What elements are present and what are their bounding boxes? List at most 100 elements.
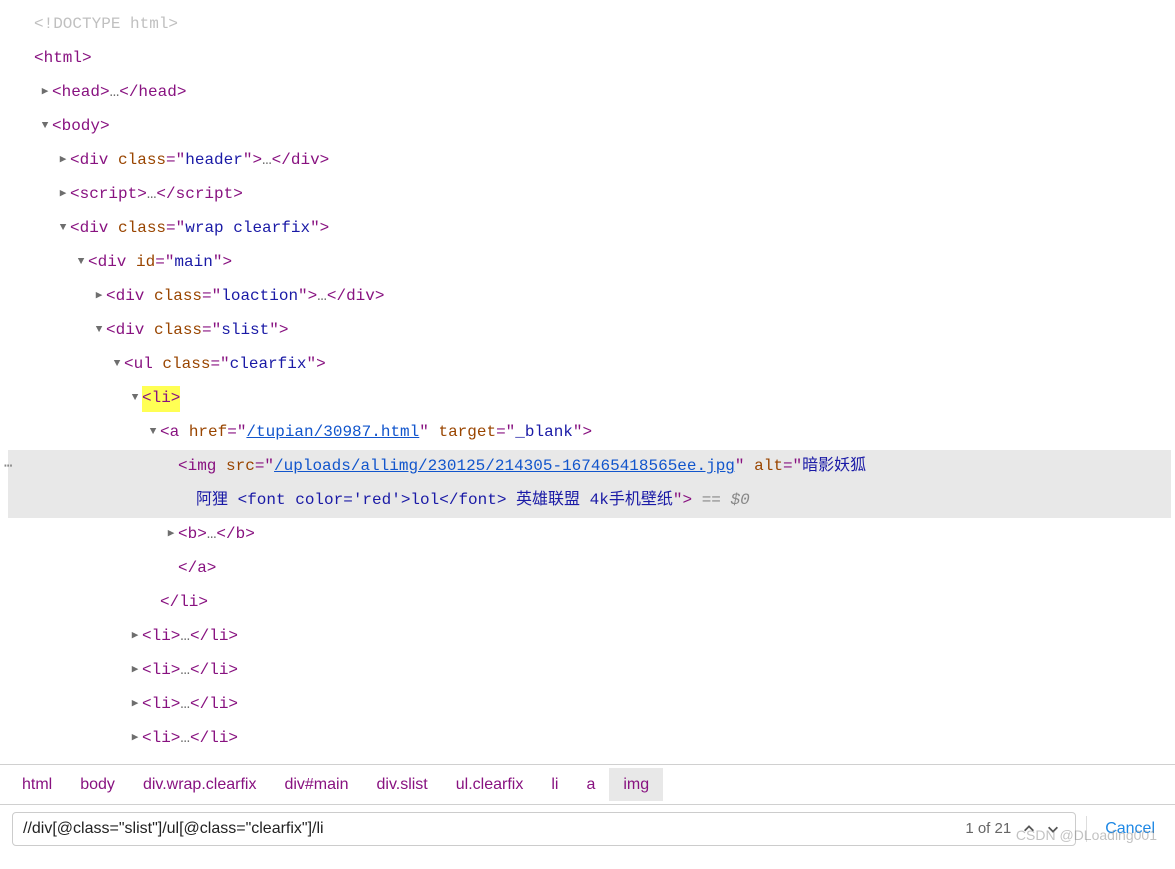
body-line[interactable]: <body> — [8, 110, 1171, 144]
breadcrumb: html body div.wrap.clearfix div#main div… — [0, 764, 1175, 804]
attr-class: class — [118, 216, 166, 242]
div-slist-line[interactable]: <div class="slist"> — [8, 314, 1171, 348]
li-open-line[interactable]: <li> — [8, 382, 1171, 416]
expand-arrow-icon[interactable] — [92, 288, 106, 306]
attr-alt: alt — [754, 454, 783, 480]
div-loaction-line[interactable]: <div class="loaction">…</div> — [8, 280, 1171, 314]
expand-arrow-icon[interactable] — [128, 730, 142, 748]
tag-div-open: <div — [106, 318, 144, 344]
div-main-line[interactable]: <div id="main"> — [8, 246, 1171, 280]
a-close-line[interactable]: </a> — [8, 552, 1171, 586]
search-input[interactable] — [23, 820, 965, 838]
eq0-marker: == $0 — [702, 488, 750, 514]
attr-val-wrap: wrap clearfix — [185, 216, 310, 242]
expand-arrow-icon[interactable] — [128, 390, 142, 408]
html-open-line[interactable]: <html> — [8, 42, 1171, 76]
expand-arrow-icon[interactable] — [128, 628, 142, 646]
ellipsis[interactable]: … — [110, 80, 120, 106]
crumb-body[interactable]: body — [66, 768, 129, 802]
tag-div-open: <div — [70, 216, 108, 242]
attr-val-slist: slist — [221, 318, 269, 344]
expand-arrow-icon[interactable] — [56, 152, 70, 170]
ellipsis[interactable]: … — [317, 284, 327, 310]
tag-b-close: </b> — [216, 522, 254, 548]
crumb-div-main[interactable]: div#main — [270, 768, 362, 802]
attr-val-header: header — [185, 148, 243, 174]
attr-href: href — [189, 420, 227, 446]
tag-li-close: </li> — [160, 590, 208, 616]
li-item[interactable]: <li>…</li> — [8, 620, 1171, 654]
attr-class: class — [154, 318, 202, 344]
crumb-a[interactable]: a — [572, 768, 609, 802]
a-line[interactable]: <a href="/tupian/30987.html" target="_bl… — [8, 416, 1171, 450]
tag-html: <html> — [34, 46, 92, 72]
attr-val-alt2: 阿狸 <font color='red'>lol</font> 英雄联盟 4k手… — [196, 488, 673, 514]
expand-arrow-icon[interactable] — [38, 84, 52, 102]
ellipsis[interactable]: … — [180, 726, 190, 752]
tag-img-open: <img — [178, 454, 216, 480]
expand-arrow-icon[interactable] — [128, 662, 142, 680]
search-next-button[interactable] — [1041, 817, 1065, 841]
img-line-selected[interactable]: ⋯ <img src="/uploads/allimg/230125/21430… — [8, 450, 1171, 484]
crumb-html[interactable]: html — [8, 768, 66, 802]
expand-arrow-icon[interactable] — [146, 424, 160, 442]
more-actions-icon[interactable]: ⋯ — [4, 456, 13, 478]
expand-arrow-icon[interactable] — [56, 220, 70, 238]
div-header-line[interactable]: <div class="header">…</div> — [8, 144, 1171, 178]
li-close-line[interactable]: </li> — [8, 586, 1171, 620]
tag-head-open: <head> — [52, 80, 110, 106]
attr-class: class — [162, 352, 210, 378]
attr-id: id — [136, 250, 155, 276]
crumb-li[interactable]: li — [537, 768, 572, 802]
ellipsis[interactable]: … — [180, 658, 190, 684]
attr-class: class — [118, 148, 166, 174]
search-prev-button[interactable] — [1017, 817, 1041, 841]
search-bar: 1 of 21 Cancel CSDN @DLoading001 — [0, 804, 1175, 852]
cancel-button[interactable]: Cancel — [1097, 816, 1163, 842]
head-line[interactable]: <head>…</head> — [8, 76, 1171, 110]
expand-arrow-icon[interactable] — [92, 322, 106, 340]
tag-body: <body> — [52, 114, 110, 140]
expand-arrow-icon[interactable] — [128, 696, 142, 714]
dom-tree[interactable]: <!DOCTYPE html> <html> <head>…</head> <b… — [0, 0, 1175, 764]
ellipsis[interactable]: … — [147, 182, 157, 208]
expand-arrow-icon[interactable] — [74, 254, 88, 272]
crumb-ul-clearfix[interactable]: ul.clearfix — [442, 768, 538, 802]
div-wrap-line[interactable]: <div class="wrap clearfix"> — [8, 212, 1171, 246]
expand-arrow-icon[interactable] — [164, 526, 178, 544]
expand-arrow-icon[interactable] — [110, 356, 124, 374]
doctype-line[interactable]: <!DOCTYPE html> — [8, 8, 1171, 42]
tag-li-highlighted: <li> — [142, 386, 180, 412]
attr-val-clearfix: clearfix — [230, 352, 307, 378]
search-result-count: 1 of 21 — [965, 817, 1017, 841]
tag-div-open: <div — [106, 284, 144, 310]
tag-b-open: <b> — [178, 522, 207, 548]
img-line-wrap[interactable]: 阿狸 <font color='red'>lol</font> 英雄联盟 4k手… — [8, 484, 1171, 518]
chevron-down-icon — [1046, 822, 1060, 836]
ellipsis[interactable]: … — [207, 522, 217, 548]
li-item[interactable]: <li>…</li> — [8, 722, 1171, 756]
attr-val-alt1: 暗影妖狐 — [802, 454, 866, 480]
expand-arrow-icon[interactable] — [38, 118, 52, 136]
crumb-img[interactable]: img — [609, 768, 663, 802]
doctype-text: <!DOCTYPE html> — [34, 12, 178, 38]
crumb-div-slist[interactable]: div.slist — [362, 768, 441, 802]
ul-clearfix-line[interactable]: <ul class="clearfix"> — [8, 348, 1171, 382]
script-line[interactable]: <script>…</script> — [8, 178, 1171, 212]
attr-val-main: main — [174, 250, 212, 276]
li-item[interactable]: <li>…</li> — [8, 688, 1171, 722]
tag-div-open: <div — [70, 148, 108, 174]
tag-a-open: <a — [160, 420, 179, 446]
expand-arrow-icon[interactable] — [56, 186, 70, 204]
href-link[interactable]: /tupian/30987.html — [246, 420, 419, 446]
src-link[interactable]: /uploads/allimg/230125/214305-1674654185… — [274, 454, 735, 480]
tag-div-close: </div> — [327, 284, 385, 310]
ellipsis[interactable]: … — [180, 624, 190, 650]
b-line[interactable]: <b>…</b> — [8, 518, 1171, 552]
ellipsis[interactable]: … — [262, 148, 272, 174]
li-item[interactable]: <li>…</li> — [8, 654, 1171, 688]
attr-val-loaction: loaction — [221, 284, 298, 310]
ellipsis[interactable]: … — [180, 692, 190, 718]
tag-ul-open: <ul — [124, 352, 153, 378]
crumb-div-wrap[interactable]: div.wrap.clearfix — [129, 768, 271, 802]
